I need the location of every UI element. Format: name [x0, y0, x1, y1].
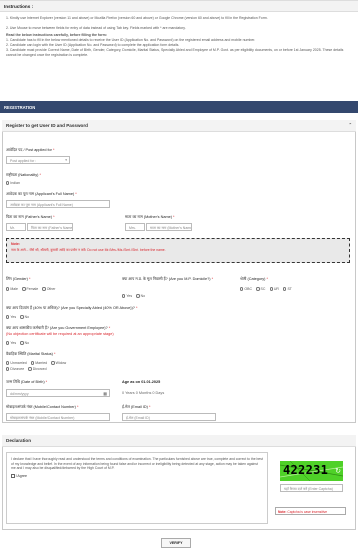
radio-icon — [240, 287, 244, 291]
radio-icon — [51, 361, 55, 365]
father-name-input[interactable]: पिता का नाम (Father's Name) — [27, 223, 73, 231]
mother-name-label: माता का नाम (Mother's Name) * — [125, 215, 175, 219]
radio-icon — [22, 287, 26, 291]
radio-icon — [6, 287, 10, 291]
declaration-header: Declaration — [2, 435, 356, 447]
radio-icon — [122, 294, 126, 298]
govt-employee-label: क्या आप शासकीय कर्मचारी हैं? (Are you Go… — [6, 326, 111, 330]
radio-icon — [6, 341, 10, 345]
marital-options-row2: Divorcee Divorced — [6, 366, 50, 371]
specially-abled-options: Yes No — [6, 314, 32, 319]
category-radio-st[interactable]: ST — [283, 286, 295, 291]
category-radio-ur[interactable]: UR — [269, 286, 282, 291]
instruction-item-1: 1. Kindly use Internet Explorer (version… — [6, 16, 268, 20]
gender-radio-female[interactable]: Female — [22, 286, 41, 291]
domicile-options: Yes No — [122, 293, 148, 298]
dob-label: जन्म तिथि (Date of Birth) * — [6, 380, 48, 384]
mobile-input[interactable]: मोबाइल/संपर्क नंबर (Mobile/Contact Numbe… — [6, 413, 110, 421]
gender-options: Male Female Other — [6, 286, 58, 291]
chevron-up-icon[interactable]: ⌃ — [349, 122, 352, 127]
dob-input[interactable]: dd/mm/yyyy ▦ — [6, 389, 110, 397]
govt-employee-options: Yes No — [6, 340, 32, 345]
category-radio-obc[interactable]: OBC — [240, 286, 255, 291]
radio-icon — [30, 361, 35, 365]
radio-icon — [42, 287, 46, 291]
nationality-label: राष्ट्रीयता (Nationality) * — [6, 173, 41, 177]
radio-icon — [6, 361, 10, 365]
age-label: Age as on 01.01.2025 — [122, 380, 161, 384]
captcha-note: Note: Captcha is case insensitive — [275, 507, 346, 515]
refresh-icon[interactable]: ↻ — [335, 467, 341, 475]
govt-employee-radio-no[interactable]: No — [20, 340, 32, 345]
instruction-note-1: 1. Candidate has to fill in the below me… — [6, 38, 256, 42]
registration-section-header[interactable]: Register to get User ID and Password ⌃ — [2, 120, 356, 132]
radio-icon — [283, 287, 287, 291]
radio-icon — [6, 181, 10, 185]
specially-abled-label: क्या आप दिव्यांग हैं (40% या अधिक)? (Are… — [6, 306, 138, 310]
domicile-radio-yes[interactable]: Yes — [122, 293, 135, 298]
specially-abled-radio-no[interactable]: No — [20, 314, 32, 319]
full-name-label: आवेदक का पूरा नाम (Applicant's Full Name… — [6, 192, 77, 196]
radio-icon — [136, 294, 140, 298]
full-name-input[interactable]: आवेदक का पूरा नाम (Applicant's Full Name… — [6, 200, 110, 208]
declaration-text: I declare that I have thoroughly read an… — [11, 457, 263, 471]
specially-abled-radio-yes[interactable]: Yes — [6, 314, 19, 319]
instructions-header: Instructions : — [0, 0, 358, 12]
govt-employee-radio-yes[interactable]: Yes — [6, 340, 19, 345]
radio-icon — [269, 287, 273, 291]
father-name-label: पिता का नाम (Father's Name) * — [6, 215, 55, 219]
checkbox-icon — [11, 474, 15, 478]
marital-radio-married[interactable]: Married — [30, 360, 50, 365]
captcha-input[interactable]: यहाँ कैप्चा दर्ज करें (Enter Captcha) — [280, 484, 343, 492]
post-select[interactable]: Post applied for : ▾ — [6, 156, 70, 164]
email-label: ई-मेल (Email ID) * — [122, 405, 151, 409]
category-options: OBC SC UR ST — [240, 286, 295, 291]
age-value: 0 Years 0 Months 0 Days — [122, 391, 165, 395]
category-radio-sc[interactable]: SC — [256, 286, 268, 291]
agree-checkbox[interactable]: I Agree — [11, 474, 263, 478]
radio-icon — [28, 367, 32, 371]
gender-label: लिंग (Gender) * — [6, 277, 31, 281]
registration-panel — [2, 120, 356, 423]
domicile-radio-no[interactable]: No — [136, 293, 148, 298]
category-label: श्रेणी (Category) * — [240, 277, 268, 281]
nationality-radio-indian[interactable]: Indian — [6, 180, 23, 185]
email-input[interactable]: ई-मेल (Email ID) — [122, 413, 216, 421]
instruction-item-2: 2. Use Mouse to move between fields for … — [6, 26, 186, 30]
gender-radio-male[interactable]: Male — [6, 286, 21, 291]
chevron-down-icon: ▾ — [65, 158, 67, 162]
marital-status-label: वैवाहिक स्थिति (Marital Status) * — [6, 352, 56, 356]
radio-icon — [6, 367, 10, 371]
marital-radio-unmarried[interactable]: Unmarried — [6, 360, 30, 365]
instructions-warning: Read the below instructions carefully, b… — [6, 33, 107, 37]
registration-bar: REGISTRATION — [0, 101, 358, 113]
radio-icon — [6, 315, 10, 319]
marital-radio-divorcee[interactable]: Divorcee — [6, 366, 27, 371]
gender-radio-other[interactable]: Other — [42, 286, 58, 291]
domicile-label: क्या आप म.प्र. के मूल निवासी हैं? (Are y… — [122, 277, 214, 281]
radio-icon — [256, 287, 260, 291]
radio-icon — [20, 341, 24, 345]
mobile-label: मोबाइल/संपर्क नंबर (Mobile/Contact Numbe… — [6, 405, 79, 409]
post-label: आवेदित पद / Post applied for * — [6, 148, 55, 152]
calendar-icon[interactable]: ▦ — [103, 391, 107, 396]
name-note-box: Note: नाम के आगे... जैसे श्री, श्रीमती, … — [6, 238, 350, 263]
instruction-note-2: 2. Candidate can login with the User ID … — [6, 43, 180, 47]
radio-icon — [20, 315, 24, 319]
verify-button[interactable]: VERIFY — [161, 538, 191, 548]
mother-prefix-select[interactable]: Mrs. — [125, 223, 145, 231]
govt-employee-notice: (No objection certificate will be requir… — [6, 332, 114, 336]
marital-radio-divorced[interactable]: Divorced — [28, 366, 49, 371]
mother-name-input[interactable]: माता का नाम (Mother's Name) — [146, 223, 192, 231]
captcha-text: 422231 — [283, 463, 329, 477]
declaration-box: I declare that I have thoroughly read an… — [6, 452, 268, 524]
instruction-note-3: 3. Candidate must provide Correct Name, … — [6, 48, 344, 57]
father-prefix-select[interactable]: Mr. — [6, 223, 26, 231]
marital-radio-widow[interactable]: Widow — [51, 360, 69, 365]
captcha-image: 422231 ↻ — [280, 461, 343, 481]
marital-options-row1: Unmarried Married Widow — [6, 360, 69, 365]
